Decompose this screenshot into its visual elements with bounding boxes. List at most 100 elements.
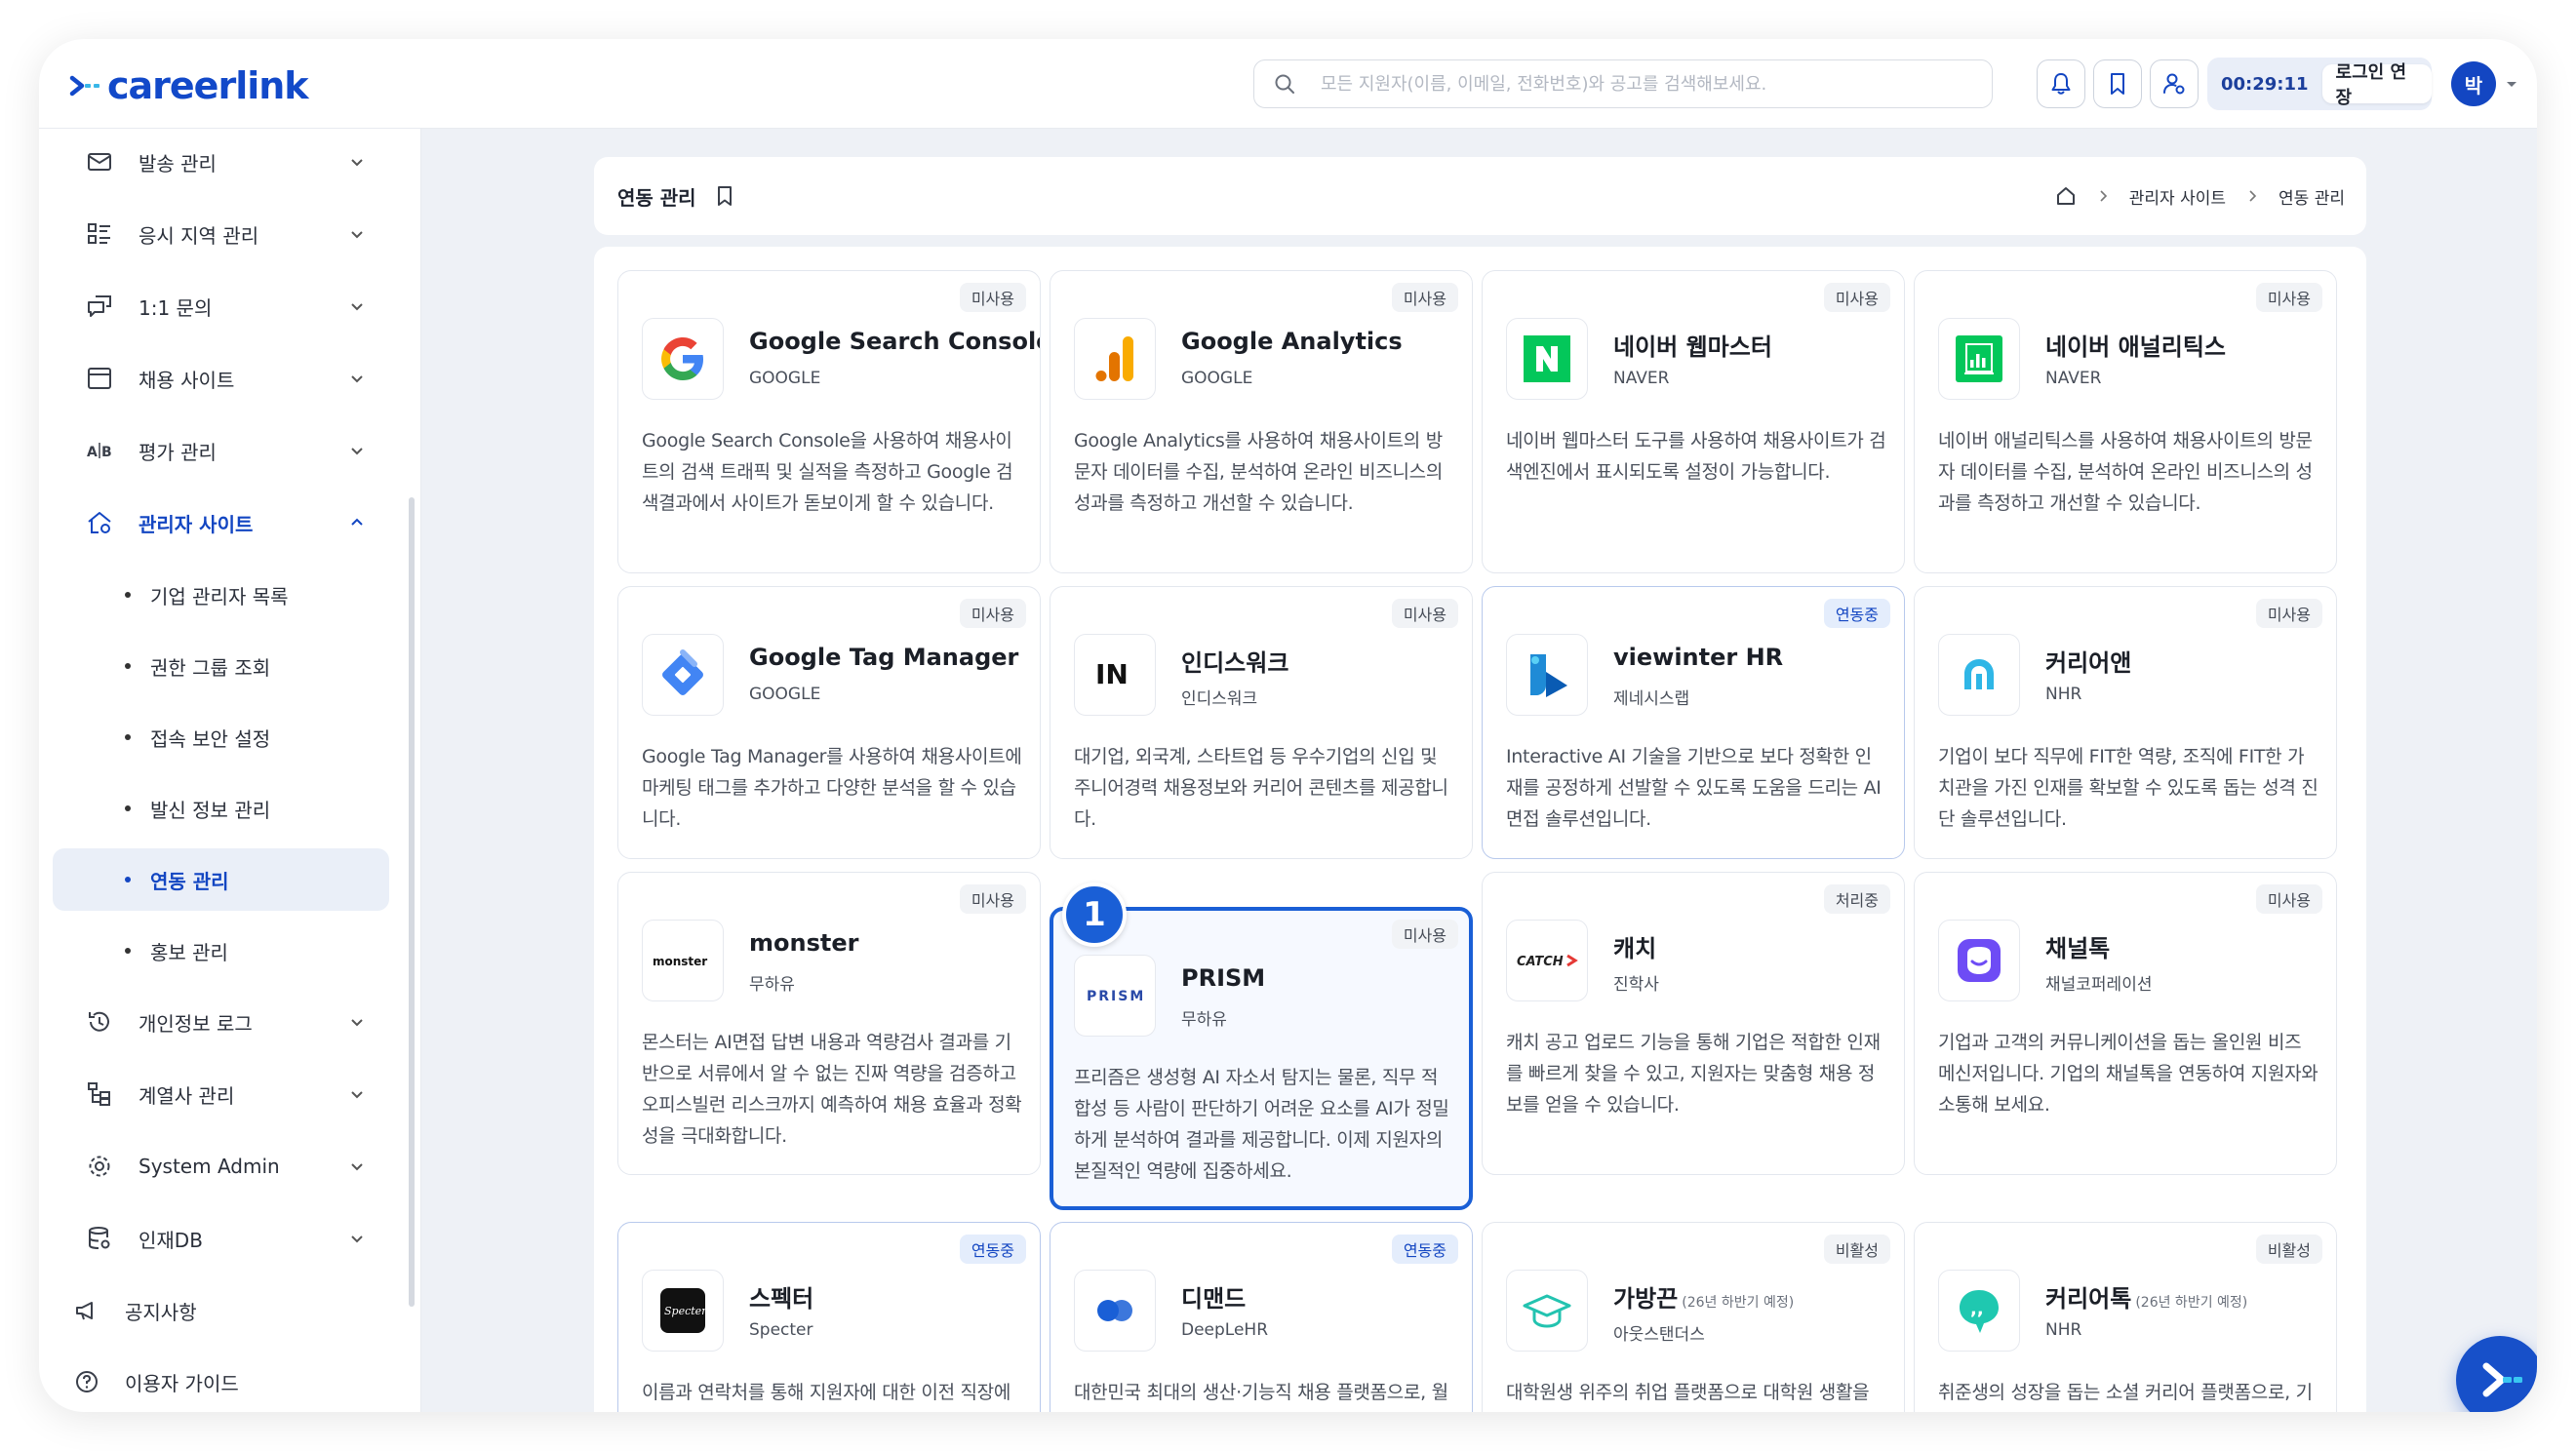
sidebar-item-privacy-log[interactable]: 개인정보 로그 [53,991,389,1053]
notification-button[interactable] [2037,59,2085,108]
ab-test-icon: AB [87,443,112,460]
status-badge: 연동중 [1391,1235,1458,1264]
sidebar-subitem-permission-groups[interactable]: 권한 그룹 조회 [53,635,389,697]
naver-analytics-icon [1956,335,2002,382]
naver-analytics-logo [1938,318,2020,400]
user-settings-button[interactable] [2150,59,2199,108]
sidebar-item-talent-db[interactable]: 인재DB [53,1207,389,1270]
chat-icon [88,295,111,317]
chevron-down-icon [351,231,363,239]
integration-vendor: NHR [2045,685,2082,704]
sidebar-item-affiliates[interactable]: 계열사 관리 [53,1063,389,1125]
chevron-down-icon [351,448,363,455]
database-icon [89,1227,110,1249]
demand-icon [1097,1300,1132,1321]
integration-card[interactable]: 미사용 monster monster 무하유 몬스터는 AI면접 답변 내용과… [617,872,1041,1175]
integration-name-text: 커리어톡 [2045,1285,2132,1313]
svg-text:CATCH: CATCH [1517,955,1564,969]
integration-card[interactable]: 미사용 네이버 웹마스터 NAVER 네이버 웹마스터 도구를 사용하여 채용사… [1482,270,1905,573]
integration-card[interactable]: 연동중 Specter 스펙터 Specter 이름과 연락처를 통해 지원자에… [617,1222,1041,1412]
sidebar-scrollbar[interactable] [409,497,415,1307]
sidebar-item-label: 발송 관리 [139,151,217,176]
integration-description: Google Search Console을 사용하여 채용사이트의 검색 트래… [642,430,1013,514]
google-logo [642,318,724,400]
app-window: careerlink 모든 지원자(이름, 이메일, 전화번호)와 공고를 검색… [39,39,2537,1412]
integration-name: 디맨드 [1181,1285,1247,1313]
integration-card[interactable]: 미사용 네이버 애널리틱스 NAVER 네이버 애널리틱스를 사용하여 채용사이… [1914,270,2337,573]
sidebar-subitem-sender-info[interactable]: 발신 정보 관리 [53,777,389,840]
sidebar-item-label: 개인정보 로그 [139,1011,253,1036]
sidebar-notice[interactable]: 공지사항 [53,1283,389,1338]
bookmark-button[interactable] [2093,59,2142,108]
sidebar-subitem-promotion[interactable]: 홍보 관리 [53,920,389,982]
floating-chat-button[interactable] [2456,1336,2537,1412]
sidebar-item-label: 계열사 관리 [139,1083,235,1108]
viewinter-icon [1530,654,1567,697]
sidebar-item-inquiry[interactable]: 1:1 문의 [53,275,389,337]
integration-card[interactable]: 연동중 viewinter HR 제네시스랩 Interactive AI 기술… [1482,586,1905,859]
integration-name-text: 가방끈 [1613,1285,1679,1313]
extend-login-button[interactable]: 로그인 연장 [2321,62,2432,108]
svg-text:monster: monster [653,955,707,968]
integration-vendor: 아웃스탠더스 [1613,1325,1705,1345]
sidebar-subitem-access-security[interactable]: 접속 보안 설정 [53,706,389,768]
status-badge: 연동중 [959,1235,1026,1264]
integration-description: 대한민국 최대의 생산·기능직 채용 플랫폼으로, 월간 활성자 수 약 15만… [1074,1382,1448,1403]
integration-card[interactable]: 미사용 Google Search Console GOOGLE Google … [617,270,1041,573]
sidebar-item-label: 인재DB [139,1228,203,1252]
analytics-bars-icon [1095,336,1133,381]
sidebar-item-system-admin[interactable]: System Admin [53,1135,389,1197]
integration-card[interactable]: 미사용 Google Analytics GOOGLE Google Analy… [1050,270,1473,573]
google-tag-manager-logo [642,634,724,716]
integration-name: 스펙터 [749,1285,814,1313]
bullet-icon [125,592,131,598]
sidebar-item-recruit-site[interactable]: 채용 사이트 [53,347,389,410]
sidebar-item-admin-site[interactable]: 관리자 사이트 [53,491,389,554]
status-badge: 미사용 [2255,599,2322,628]
tree-icon [88,1082,110,1106]
sidebar-subitem-label: 접속 보안 설정 [150,726,271,751]
integration-card[interactable]: 미사용 채널톡 채널코퍼레이션 기업과 고객의 커뮤니케이션을 돕는 올인원 비… [1914,872,2337,1175]
sidebar-item-send[interactable]: 발송 관리 [53,131,389,193]
integration-name: 캐치 [1613,935,1657,962]
search-input[interactable] [1321,73,1984,95]
careerlink-logo[interactable]: careerlink [68,64,309,107]
integration-card-selected[interactable]: 미사용 PRISM PRISM 무하유 프리즘은 생성형 AI 자소서 탐지는 … [1050,907,1473,1210]
home-icon[interactable] [2055,185,2077,207]
status-badge: 미사용 [1391,599,1458,628]
sidebar-item-evaluation[interactable]: AB 평가 관리 [53,419,389,482]
integration-name: PRISM [1181,964,1266,992]
sidebar-item-label: 1:1 문의 [139,295,213,320]
sidebar-subitem-label: 발신 정보 관리 [150,798,271,822]
integration-card[interactable]: 비활성 ,, 커리어톡 (26년 하반기 예정) NHR 취준생의 성장을 돕는 … [1914,1222,2337,1412]
avatar[interactable]: 박 [2451,61,2496,106]
careerlink-fab-icon [2482,1362,2522,1397]
bookmark-icon[interactable] [714,185,735,207]
integration-card[interactable]: 미사용 Google Tag Manager GOOGLE Google Tag… [617,586,1041,859]
session-timer: 00:29:11 [2221,73,2309,95]
sidebar-subitem-company-admins[interactable]: 기업 관리자 목록 [53,564,389,626]
integration-card[interactable]: 미사용 IN 인디스워크 인디스워크 대기업, 외국계, 스타트업 등 우수기업… [1050,586,1473,859]
user-gear-icon [2163,73,2185,95]
sidebar-guide[interactable]: 이용자 가이드 [53,1354,389,1409]
status-badge: 미사용 [2255,283,2322,312]
caret-down-icon[interactable] [2504,76,2519,92]
sidebar-item-region[interactable]: 응시 지역 관리 [53,203,389,265]
integration-vendor: 제네시스랩 [1613,689,1690,709]
status-badge: 미사용 [959,884,1026,914]
sidebar-guide-label: 이용자 가이드 [125,1371,239,1395]
sidebar-subitem-label: 기업 관리자 목록 [150,584,289,608]
sidebar-subitem-integration[interactable]: 연동 관리 [53,848,389,911]
breadcrumb-item[interactable]: 관리자 사이트 [2129,184,2226,209]
status-badge: 비활성 [1823,1235,1890,1264]
integration-card[interactable]: 미사용 커리어앤 NHR 기업이 보다 직무에 FIT한 역량, 조직에 FIT… [1914,586,2337,859]
integration-description: 네이버 애널리틱스를 사용하여 채용사이트의 방문자 데이터를 수집, 분석하여… [1938,430,2313,514]
google-analytics-logo [1074,318,1156,400]
integration-card[interactable]: 연동중 디맨드 DeepLeHR 대한민국 최대의 생산·기능직 채용 플랫폼으… [1050,1222,1473,1412]
integration-description: 이름과 연락처를 통해 지원자에 대한 이전 직장에서의 평판을 열람하거나 조… [642,1382,1011,1403]
integration-description: 네이버 웹마스터 도구를 사용하여 채용사이트가 검색엔진에서 표시되도록 설정… [1506,430,1886,483]
sidebar-item-label: System Admin [139,1155,280,1178]
chevron-down-icon [351,303,363,311]
integration-card[interactable]: 비활성 가방끈 (26년 하반기 예정) 아웃스탠더스 대학원생 위주의 취업 플… [1482,1222,1905,1412]
integration-card[interactable]: 처리중 CATCH 캐치 진학사 캐치 공고 업로드 기능을 통해 기업은 적합… [1482,872,1905,1175]
